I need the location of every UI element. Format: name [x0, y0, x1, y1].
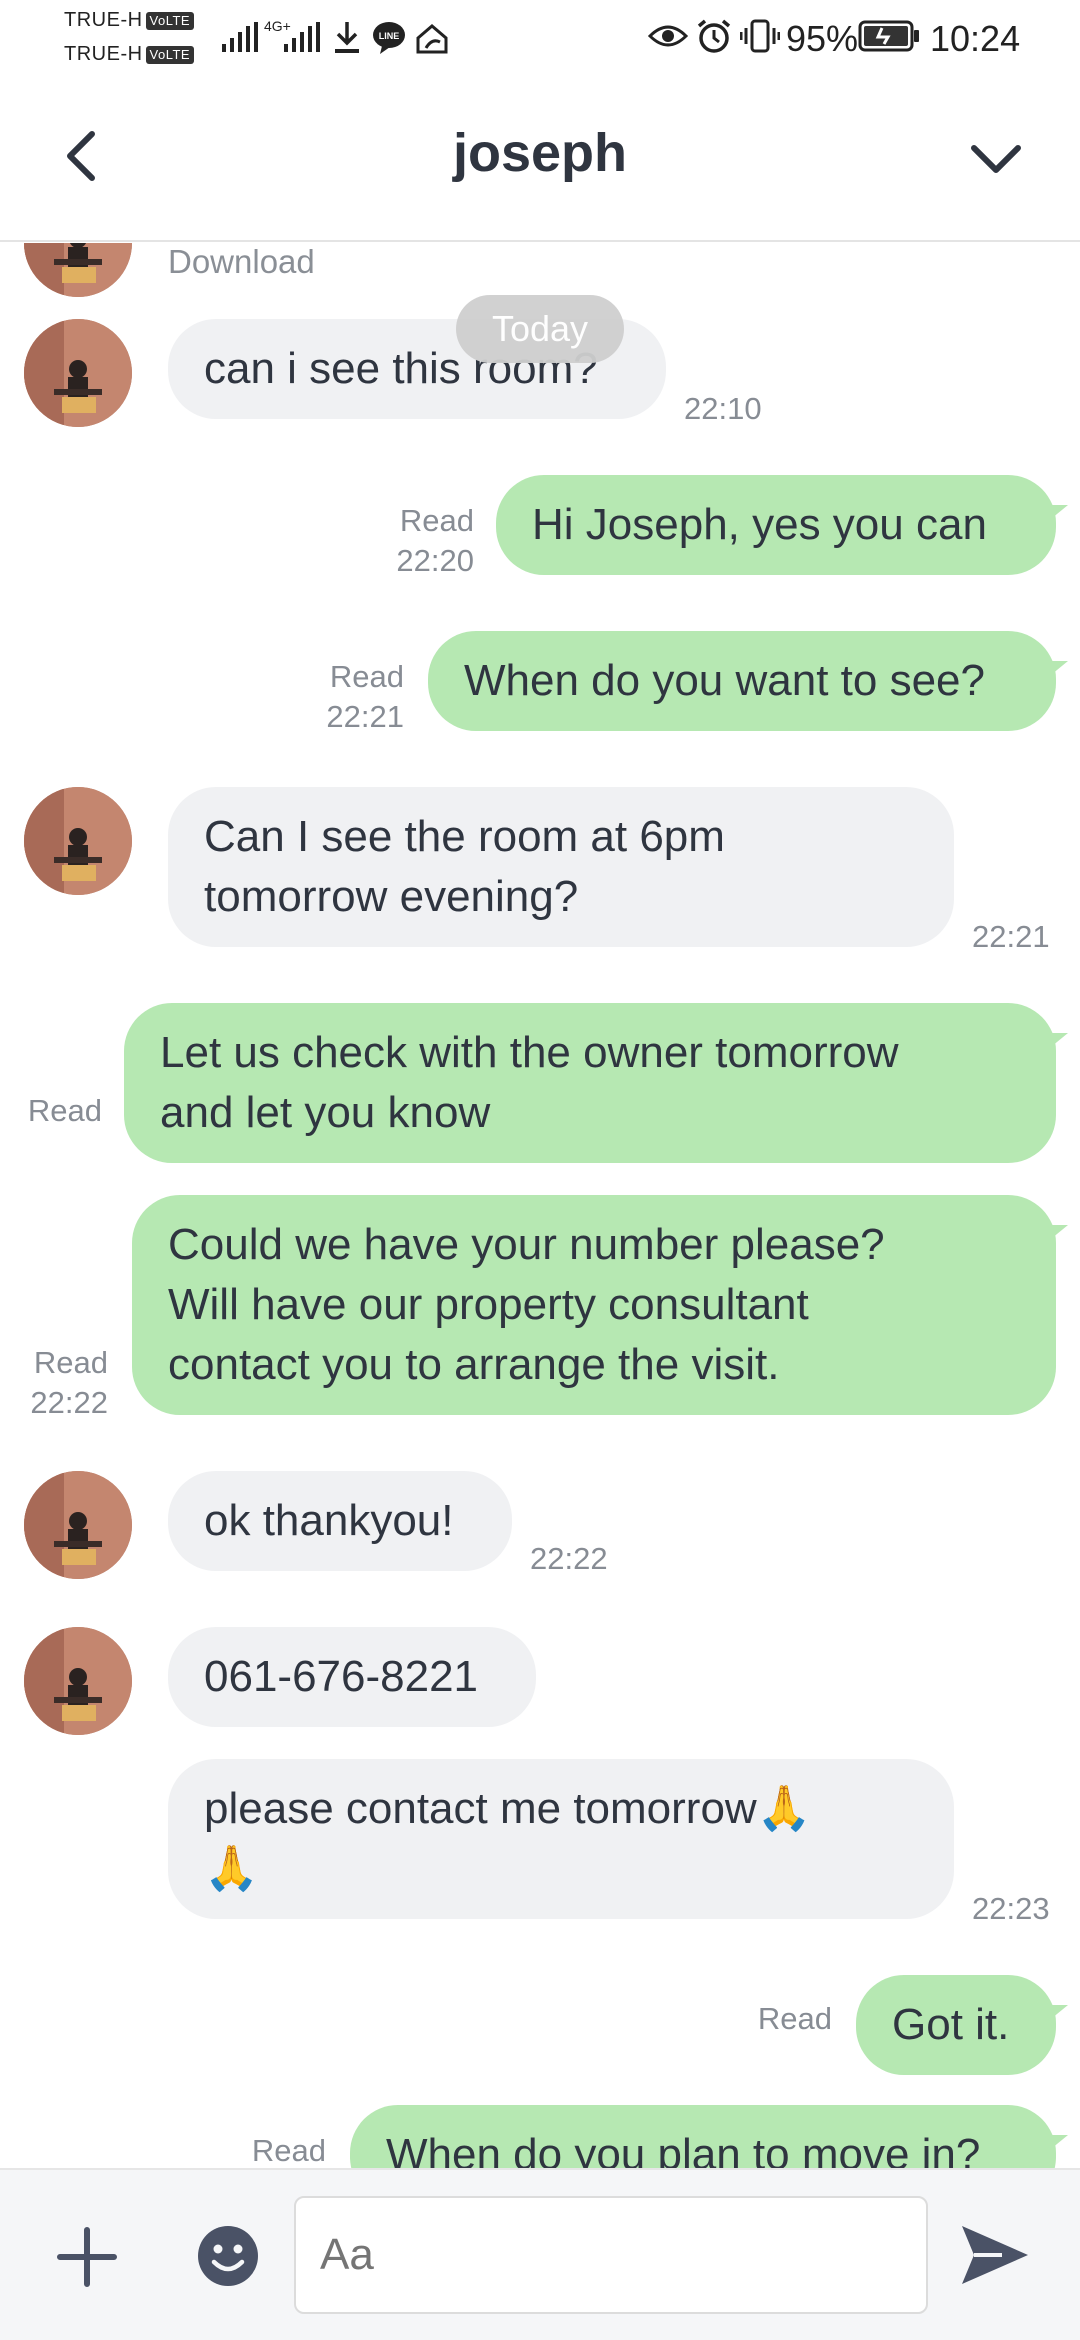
read-receipt: Read 22:21 — [270, 657, 404, 737]
signal-icon-2 — [284, 22, 320, 52]
avatar[interactable] — [24, 787, 132, 895]
chevron-down-icon — [971, 145, 1021, 173]
chat-title[interactable]: joseph — [0, 122, 1080, 184]
read-status: Read — [757, 2001, 832, 2036]
volte-badge-2: VoLTE — [145, 45, 195, 64]
chat-menu-button[interactable] — [960, 128, 1032, 188]
outgoing-message-bubble[interactable]: When do you want to see? — [428, 631, 1068, 731]
read-status: Read — [33, 1345, 108, 1380]
battery-icon — [858, 20, 919, 52]
avatar-image — [24, 787, 132, 895]
avatar[interactable] — [24, 1627, 132, 1735]
clock: 10:24 — [930, 18, 1021, 59]
message-time: 22:21 — [972, 919, 1050, 954]
message-time: 22:22 — [530, 1541, 608, 1576]
battery-percent: 95% — [786, 18, 859, 59]
message-time: 22:22 — [30, 1385, 108, 1420]
line-app-icon: LINE — [373, 22, 405, 54]
composer-bar — [0, 2168, 1080, 2340]
outgoing-message-bubble[interactable]: Let us check with the owner tomorrow and… — [124, 1003, 1068, 1163]
emoji-button[interactable] — [196, 2224, 260, 2288]
read-status: Read — [329, 659, 404, 694]
read-status: Read — [27, 1093, 102, 1128]
carrier-2: TRUE-H VoLTE — [64, 42, 195, 66]
avatar-image — [24, 319, 132, 427]
signal-icon-1 — [222, 22, 258, 52]
avatar[interactable] — [24, 243, 132, 297]
message-time: 22:21 — [326, 699, 404, 734]
message-list[interactable]: Download Today can i see this room? 22:1… — [0, 243, 1080, 2168]
outgoing-message-bubble[interactable]: Could we have your number please? Will h… — [132, 1195, 1068, 1415]
read-status: Read — [251, 2133, 326, 2168]
outgoing-message-bubble[interactable]: Hi Joseph, yes you can — [496, 475, 1068, 575]
incoming-message-bubble[interactable]: 061-676-8221 — [168, 1627, 536, 1727]
vibrate-icon — [740, 19, 780, 53]
message-input[interactable] — [294, 2196, 928, 2314]
outgoing-message-bubble[interactable]: When do you plan to move in? — [350, 2105, 1068, 2168]
volte-badge-1: VoLTE — [145, 11, 195, 30]
outgoing-message-bubble[interactable]: Got it. — [856, 1975, 1068, 2075]
avatar-image — [24, 243, 132, 297]
read-receipt: Read — [740, 1999, 832, 2039]
incoming-message-bubble[interactable]: Can I see the room at 6pm tomorrow eveni… — [168, 787, 954, 947]
avatar[interactable] — [24, 319, 132, 427]
home-wifi-icon — [416, 24, 448, 54]
alarm-icon — [697, 19, 731, 53]
status-bar: TRUE-H VoLTE TRUE-H VoLTE 4G+ LINE 95% 10:… — [0, 0, 1080, 72]
avatar-image — [24, 1471, 132, 1579]
carrier-2-label: TRUE-H — [64, 43, 143, 65]
download-label[interactable]: Download — [168, 243, 315, 281]
carrier-1-label: TRUE-H — [64, 9, 143, 31]
plus-icon — [57, 2227, 117, 2287]
date-separator: Today — [456, 295, 624, 363]
incoming-message-bubble[interactable]: ok thankyou! — [168, 1471, 512, 1571]
read-status: Read — [399, 503, 474, 538]
message-time: 22:20 — [396, 543, 474, 578]
carrier-1: TRUE-H VoLTE — [64, 8, 195, 32]
eye-icon — [648, 25, 688, 47]
message-time: 22:10 — [684, 391, 762, 426]
svg-text:LINE: LINE — [379, 31, 400, 41]
avatar-image — [24, 1627, 132, 1735]
chat-header: joseph — [0, 80, 1080, 242]
read-receipt: Read — [232, 2131, 326, 2168]
smiley-icon — [198, 2226, 258, 2286]
send-button[interactable] — [958, 2222, 1032, 2288]
message-time: 22:23 — [972, 1891, 1050, 1926]
read-receipt: Read — [20, 1091, 102, 1131]
incoming-message-bubble[interactable]: please contact me tomorrow🙏 🙏 — [168, 1759, 954, 1919]
avatar[interactable] — [24, 1471, 132, 1579]
read-receipt: Read 22:22 — [20, 1343, 108, 1423]
add-attachment-button[interactable] — [56, 2226, 118, 2288]
download-icon — [335, 22, 359, 53]
read-receipt: Read 22:20 — [340, 501, 474, 581]
